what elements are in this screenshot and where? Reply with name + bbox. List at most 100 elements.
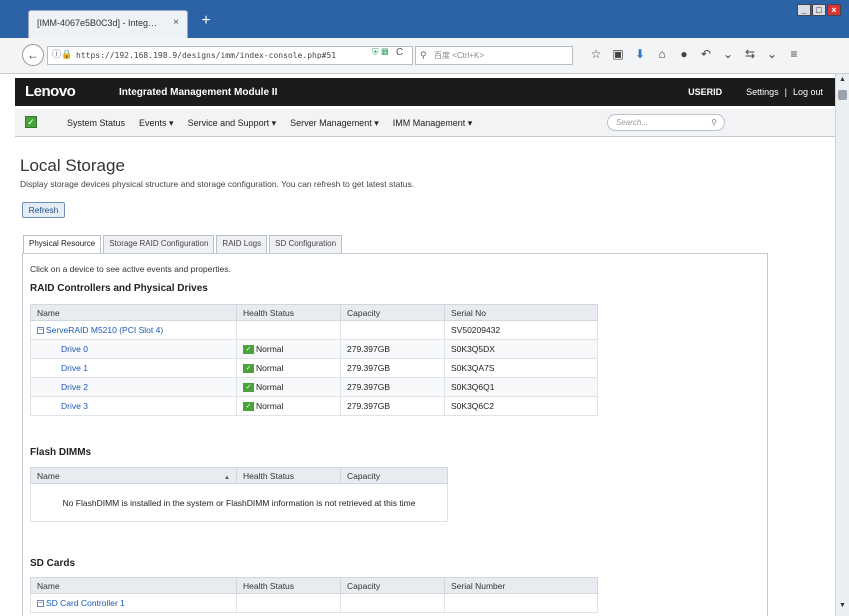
menu-service-support[interactable]: Service and Support ▾ <box>188 118 277 129</box>
scroll-up-icon[interactable]: ▲ <box>836 76 849 88</box>
search-icon[interactable]: ⚲ <box>711 115 717 130</box>
table-row[interactable]: Drive 0 ✓ Normal 279.397GB S0K3Q5DX <box>30 339 598 359</box>
extension-icon[interactable]: ⇆ <box>739 47 761 61</box>
table-row[interactable]: − ServeRAID M5210 (PCI Slot 4) SV50209432 <box>30 320 598 340</box>
column-header-serial[interactable]: Serial No <box>444 304 598 321</box>
collapse-icon[interactable]: − <box>37 327 44 335</box>
logout-link[interactable]: Log out <box>793 87 823 97</box>
tab-close-icon[interactable]: × <box>173 17 179 28</box>
serial-cell: S0K3Q5DX <box>444 339 598 359</box>
reload-button[interactable]: C <box>396 47 403 58</box>
tab-raid-logs[interactable]: RAID Logs <box>216 235 268 253</box>
table-row[interactable]: Drive 2 ✓ Normal 279.397GB S0K3Q6Q1 <box>30 377 598 397</box>
shield-icon[interactable]: ⛨ ▦ <box>372 47 388 58</box>
tab-storage-raid-configuration[interactable]: Storage RAID Configuration <box>103 235 215 253</box>
column-header-capacity[interactable]: Capacity <box>340 304 445 321</box>
column-header-name[interactable]: Name <box>30 304 237 321</box>
column-header-name[interactable]: Name <box>30 577 237 594</box>
column-header-capacity[interactable]: Capacity <box>340 577 445 594</box>
drive-link[interactable]: Drive 1 <box>61 363 88 373</box>
scroll-thumb[interactable] <box>838 90 847 100</box>
health-status-text: Normal <box>256 381 284 392</box>
menu-server-management[interactable]: Server Management ▾ <box>290 118 379 129</box>
menu-imm-management[interactable]: IMM Management ▾ <box>393 118 473 129</box>
column-header-health[interactable]: Health Status <box>236 467 341 484</box>
bookmark-star-icon[interactable]: ☆ <box>585 47 607 61</box>
imm-search-input[interactable]: Search... ⚲ <box>607 114 725 131</box>
reading-list-icon[interactable]: ▣ <box>607 47 629 61</box>
home-icon[interactable]: ⌂ <box>651 47 673 61</box>
menu-system-status[interactable]: System Status <box>67 118 125 129</box>
column-header-health[interactable]: Health Status <box>236 304 341 321</box>
controller-link[interactable]: ServeRAID M5210 (PCI Slot 4) <box>46 325 163 335</box>
url-bar[interactable]: ⓘ🔒 https://192.168.198.9/designs/imm/ind… <box>47 46 413 65</box>
column-header-name[interactable]: Name ▲ <box>30 467 237 484</box>
scroll-down-icon[interactable]: ▼ <box>836 602 849 614</box>
drive-link[interactable]: Drive 3 <box>61 401 88 411</box>
serial-cell: S0K3Q6C2 <box>444 396 598 416</box>
undo-icon[interactable]: ↶ <box>695 47 717 61</box>
close-window-button[interactable]: × <box>827 4 841 16</box>
flash-dimm-table: Name ▲ Health Status Capacity No FlashDIM… <box>30 467 448 522</box>
sd-section-title: SD Cards <box>30 558 76 569</box>
drive-link[interactable]: Drive 0 <box>61 344 88 354</box>
minimize-button[interactable]: _ <box>797 4 811 16</box>
controller-cell[interactable]: − ServeRAID M5210 (PCI Slot 4) <box>30 320 237 340</box>
sd-controller-link[interactable]: SD Card Controller 1 <box>46 598 125 608</box>
drive-name-cell[interactable]: Drive 0 <box>30 339 237 359</box>
collapse-icon[interactable]: − <box>37 600 44 608</box>
tab-physical-resource[interactable]: Physical Resource <box>23 235 102 254</box>
health-status-text: Normal <box>256 362 284 373</box>
username-label: USERID <box>688 87 723 97</box>
download-icon[interactable]: ⬇ <box>629 47 651 61</box>
maximize-button[interactable]: □ <box>812 4 826 16</box>
search-icon: ⚲ <box>420 50 427 60</box>
empty-cell <box>340 320 445 340</box>
storage-tabs: Physical Resource Storage RAID Configura… <box>23 235 344 254</box>
table-row[interactable]: Drive 1 ✓ Normal 279.397GB S0K3QA7S <box>30 358 598 378</box>
sort-ascending-icon[interactable]: ▲ <box>224 475 230 481</box>
browser-navbar: ← ⓘ🔒 https://192.168.198.9/designs/imm/i… <box>0 38 849 74</box>
column-header-health[interactable]: Health Status <box>236 577 341 594</box>
column-header-serial[interactable]: Serial Number <box>444 577 598 594</box>
capacity-cell: 279.397GB <box>340 377 445 397</box>
table-row[interactable]: Drive 3 ✓ Normal 279.397GB S0K3Q6C2 <box>30 396 598 416</box>
column-header-name-text: Name <box>37 470 60 481</box>
settings-link[interactable]: Settings <box>746 87 779 97</box>
drive-link[interactable]: Drive 2 <box>61 382 88 392</box>
table-row[interactable]: − SD Card Controller 1 <box>30 593 598 613</box>
column-header-capacity[interactable]: Capacity <box>340 467 448 484</box>
new-tab-button[interactable]: + <box>196 10 216 32</box>
page-scrollbar[interactable]: ▲ ▼ <box>835 74 849 616</box>
empty-cell <box>340 593 445 613</box>
menu-events[interactable]: Events ▾ <box>139 118 174 129</box>
url-text: https://192.168.198.9/designs/imm/index-… <box>76 51 337 60</box>
check-icon: ✓ <box>243 383 254 393</box>
tab-sd-configuration[interactable]: SD Configuration <box>269 235 343 253</box>
dropdown-chevron-icon[interactable]: ⌄ <box>717 47 739 61</box>
site-info-icon[interactable]: ⓘ🔒 <box>52 47 72 64</box>
table-header-row: Name ▲ Health Status Capacity <box>30 467 448 484</box>
browser-titlebar: [IMM-4067e5B0C3d] - Integ… × + _ □ × <box>0 0 849 38</box>
browser-search-input[interactable]: ⚲ 百度 <Ctrl+K> <box>415 46 573 65</box>
sd-controller-cell[interactable]: − SD Card Controller 1 <box>30 593 237 613</box>
imm-header: Lenovo Integrated Management Module II U… <box>15 78 835 106</box>
back-button[interactable]: ← <box>22 44 44 66</box>
empty-cell <box>444 593 598 613</box>
system-ok-icon[interactable]: ✓ <box>25 116 37 128</box>
chat-icon[interactable]: ● <box>673 47 695 61</box>
hamburger-menu-icon[interactable]: ≡ <box>783 47 805 61</box>
empty-message: No FlashDIMM is installed in the system … <box>30 483 448 522</box>
drive-name-cell[interactable]: Drive 3 <box>30 396 237 416</box>
dropdown-chevron-icon[interactable]: ⌄ <box>761 47 783 61</box>
serial-cell: S0K3Q6Q1 <box>444 377 598 397</box>
drive-name-cell[interactable]: Drive 1 <box>30 358 237 378</box>
browser-tab[interactable]: [IMM-4067e5B0C3d] - Integ… × <box>28 10 188 38</box>
lenovo-logo: Lenovo <box>25 83 76 100</box>
refresh-button[interactable]: Refresh <box>22 202 65 218</box>
raid-table: Name Health Status Capacity Serial No − S… <box>30 304 598 416</box>
raid-section-title: RAID Controllers and Physical Drives <box>30 283 208 294</box>
product-name: Integrated Management Module II <box>119 87 278 98</box>
drive-name-cell[interactable]: Drive 2 <box>30 377 237 397</box>
header-separator: | <box>784 87 787 97</box>
